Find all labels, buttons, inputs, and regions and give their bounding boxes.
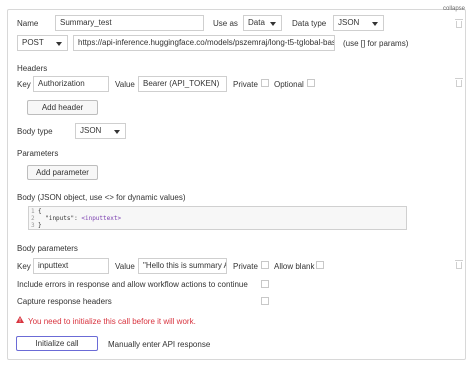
dynamic-tag: <inputtext> <box>81 215 122 222</box>
line-number: 1 <box>31 208 35 215</box>
body-json-label: Body (JSON object, use <> for dynamic va… <box>17 193 186 202</box>
capture-headers-checkbox[interactable] <box>261 297 269 305</box>
json-key: "inputs": <box>38 215 82 222</box>
line-number: 2 <box>31 215 35 222</box>
include-errors-checkbox[interactable] <box>261 280 269 288</box>
body-param-key-input[interactable]: inputtext <box>33 258 109 274</box>
json-line-2: "inputs": <inputtext> <box>38 215 121 222</box>
header-private-label: Private <box>233 80 258 89</box>
json-line-1: { <box>38 208 42 215</box>
body-param-private-label: Private <box>233 262 258 271</box>
body-param-value-input[interactable]: "Hello this is summary AF <box>138 258 227 274</box>
body-param-allow-blank-checkbox[interactable] <box>316 261 324 269</box>
delete-body-param-icon[interactable] <box>455 260 463 269</box>
body-param-key-label: Key <box>17 262 31 271</box>
body-param-private-checkbox[interactable] <box>261 261 269 269</box>
body-type-label: Body type <box>17 127 53 136</box>
include-errors-label: Include errors in response and allow wor… <box>17 280 248 289</box>
line-number: 3 <box>31 222 35 229</box>
header-optional-checkbox[interactable] <box>307 79 315 87</box>
header-key-input[interactable]: Authorization <box>33 76 109 92</box>
warning-icon <box>16 316 24 323</box>
manual-response-link[interactable]: Manually enter API response <box>108 340 210 349</box>
add-header-button[interactable]: Add header <box>27 100 98 115</box>
line-numbers: 1 2 3 <box>31 208 35 229</box>
header-key-label: Key <box>17 80 31 89</box>
header-private-checkbox[interactable] <box>261 79 269 87</box>
add-parameter-button[interactable]: Add parameter <box>27 165 98 180</box>
name-label: Name <box>17 19 39 28</box>
http-method-select[interactable]: POST <box>17 35 68 51</box>
url-params-hint: (use [] for params) <box>343 39 409 48</box>
body-parameters-section-label: Body parameters <box>17 244 78 253</box>
parameters-section-label: Parameters <box>17 149 59 158</box>
body-json-editor[interactable]: 1 2 3 { "inputs": <inputtext>} <box>28 206 407 230</box>
header-value-label: Value <box>115 80 135 89</box>
initialize-call-button[interactable]: Initialize call <box>16 336 98 351</box>
name-input[interactable]: Summary_test <box>55 15 204 31</box>
delete-header-icon[interactable] <box>455 78 463 87</box>
header-value-input[interactable]: Bearer (API_TOKEN) <box>138 76 227 92</box>
api-call-panel <box>7 9 466 360</box>
headers-section-label: Headers <box>17 64 48 73</box>
data-type-select[interactable]: JSON <box>333 15 384 31</box>
use-as-label: Use as <box>213 19 238 28</box>
json-line-3: } <box>38 222 42 229</box>
data-type-label: Data type <box>292 19 327 28</box>
body-param-allow-blank-label: Allow blank <box>274 262 315 271</box>
header-optional-label: Optional <box>274 80 304 89</box>
body-type-select[interactable]: JSON <box>75 123 126 139</box>
capture-headers-label: Capture response headers <box>17 297 112 306</box>
json-source: { "inputs": <inputtext>} <box>38 208 121 229</box>
initialize-warning: You need to initialize this call before … <box>28 317 196 326</box>
delete-call-icon[interactable] <box>455 19 463 28</box>
use-as-select[interactable]: Data <box>243 15 282 31</box>
collapse-link[interactable]: collapse <box>443 6 465 12</box>
body-param-value-label: Value <box>115 262 135 271</box>
url-input[interactable]: https://api-inference.huggingface.co/mod… <box>73 35 335 51</box>
